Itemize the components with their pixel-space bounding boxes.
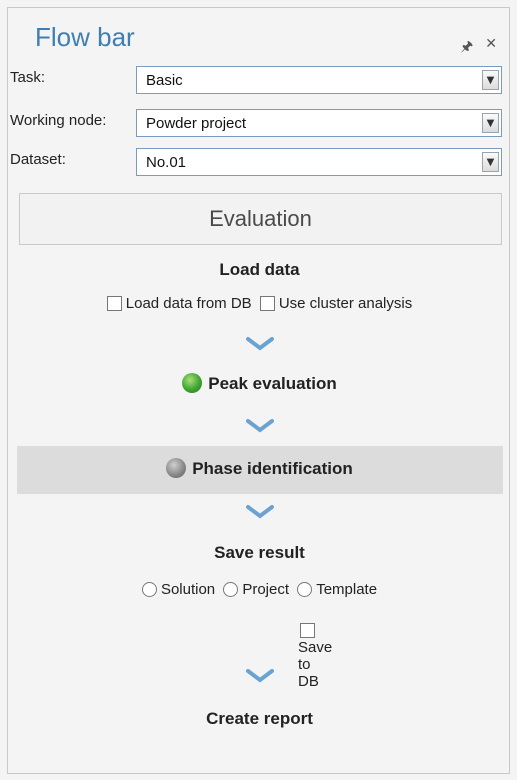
working-node-value: Powder project	[146, 115, 247, 132]
checkbox-icon	[259, 295, 275, 311]
evaluation-button[interactable]: Evaluation	[19, 193, 502, 245]
task-label: Task:	[10, 69, 46, 86]
chevron-down-icon[interactable]: ▼	[482, 70, 499, 90]
chevron-icon	[8, 336, 511, 354]
step-peak-evaluation[interactable]: Peak evaluation	[8, 372, 511, 395]
chevron-icon	[8, 668, 511, 686]
load-data-options: Load data from DB Use cluster analysis	[8, 295, 511, 312]
radio-icon	[223, 581, 239, 597]
step-create-report[interactable]: Create report	[8, 709, 511, 729]
template-radio[interactable]: Template	[297, 581, 377, 598]
checkbox-icon	[300, 622, 315, 638]
status-gray-icon	[166, 457, 187, 478]
working-node-select[interactable]: Powder project ▼	[136, 109, 502, 137]
close-icon[interactable]: ✕	[485, 36, 497, 60]
radio-icon	[141, 581, 157, 597]
dataset-label: Dataset:	[10, 151, 66, 168]
dataset-row: Dataset: No.01 ▼	[8, 148, 511, 178]
chevron-down-icon[interactable]: ▼	[482, 152, 499, 172]
task-select[interactable]: Basic ▼	[136, 66, 502, 94]
step-load-data: Load data	[219, 260, 300, 279]
chevron-icon	[8, 418, 511, 436]
chevron-icon	[8, 504, 511, 522]
working-node-row: Working node: Powder project ▼	[8, 109, 511, 139]
solution-radio[interactable]: Solution	[141, 581, 215, 598]
save-result-options: Solution Project Template	[8, 581, 511, 598]
step-phase-identification[interactable]: Phase identification	[8, 457, 511, 480]
radio-icon	[297, 581, 313, 597]
pin-icon[interactable]: 🖈︎	[460, 36, 473, 60]
chevron-down-icon[interactable]: ▼	[482, 113, 499, 133]
load-from-db-checkbox[interactable]: Load data from DB	[106, 295, 252, 312]
status-green-icon	[182, 372, 203, 393]
flow-bar-panel: Flow bar 🖈︎ ✕ Task: Basic ▼ Working node…	[7, 7, 510, 774]
checkbox-icon	[106, 295, 122, 311]
dataset-select[interactable]: No.01 ▼	[136, 148, 502, 176]
project-radio[interactable]: Project	[223, 581, 289, 598]
step-save-result: Save result	[214, 543, 305, 562]
task-value: Basic	[146, 72, 183, 89]
cluster-analysis-checkbox[interactable]: Use cluster analysis	[259, 295, 412, 312]
task-row: Task: Basic ▼	[8, 66, 511, 96]
working-node-label: Working node:	[10, 112, 107, 129]
panel-title: Flow bar	[35, 22, 135, 52]
dataset-value: No.01	[146, 154, 187, 171]
